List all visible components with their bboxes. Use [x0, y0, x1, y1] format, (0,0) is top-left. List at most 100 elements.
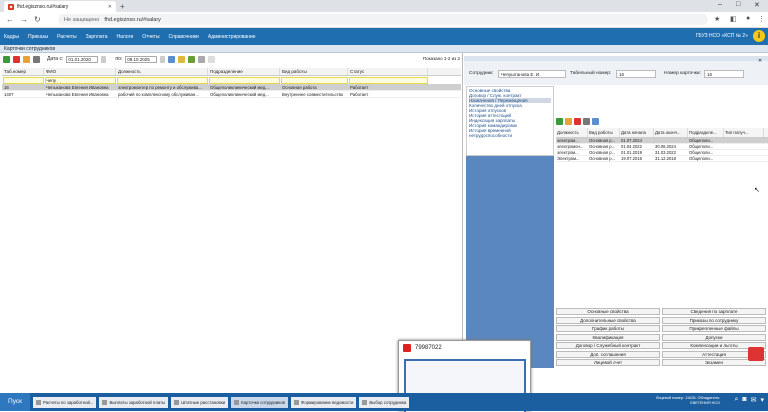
- card-action-button[interactable]: Квалификация: [556, 333, 660, 341]
- mail-icon[interactable]: ✉: [751, 396, 757, 404]
- card-nav-item[interactable]: История временной нетрудоспособности: [469, 128, 551, 138]
- edit-icon[interactable]: [23, 55, 30, 63]
- print-icon[interactable]: [178, 55, 186, 63]
- column-header[interactable]: ФИО: [44, 68, 116, 75]
- filter-icon[interactable]: [208, 55, 216, 63]
- browser-menu-icon[interactable]: ⋮: [758, 15, 765, 23]
- search-icon[interactable]: ⌕: [734, 396, 738, 404]
- close-window-icon[interactable]: ✕: [754, 1, 760, 9]
- column-filter-input[interactable]: [280, 76, 348, 84]
- add-icon[interactable]: [556, 118, 563, 125]
- app-shortcut-icon[interactable]: [748, 347, 764, 361]
- taskbar-item[interactable]: Карточки сотрудников: [231, 396, 288, 408]
- add-icon[interactable]: [3, 55, 10, 63]
- card-action-button[interactable]: График работы: [556, 325, 660, 332]
- forward-icon[interactable]: →: [20, 15, 28, 24]
- column-header[interactable]: Вид работы: [280, 68, 348, 75]
- table-cell: электромонтер по ремонту и обслужива...: [118, 85, 202, 90]
- taskbar-item[interactable]: Формирование ведомости: [290, 396, 357, 408]
- table-row[interactable]: Электром... Основная р... 19.07.2016 31.12.…: [556, 156, 768, 162]
- edit-icon[interactable]: [565, 118, 572, 125]
- column-header[interactable]: Статус: [348, 68, 428, 75]
- refresh-icon[interactable]: [168, 55, 176, 63]
- card-action-button[interactable]: Договор / Служебный контракт: [556, 342, 660, 349]
- menu-item[interactable]: Зарплата: [86, 34, 108, 40]
- taskbar-item[interactable]: Штатные расстановки: [171, 396, 229, 408]
- column-filter-input[interactable]: чепу: [44, 76, 116, 84]
- table-cell: Общеполи...: [689, 138, 714, 143]
- column-filter-input[interactable]: [116, 76, 208, 84]
- info-icon[interactable]: i: [753, 30, 765, 42]
- bookmark-star-icon[interactable]: ★: [714, 15, 720, 23]
- back-icon[interactable]: ←: [6, 15, 14, 24]
- taskbar-item[interactable]: Расчеты по заработной...: [33, 396, 97, 408]
- expand-tray-icon[interactable]: ▾: [760, 396, 764, 404]
- card-action-button[interactable]: Лицевой счет: [556, 359, 660, 366]
- settings-icon[interactable]: [592, 118, 599, 125]
- column-filter-input[interactable]: [348, 76, 428, 84]
- column-header[interactable]: Подразделе...: [688, 128, 724, 137]
- app-icon: [403, 344, 411, 352]
- start-button[interactable]: Пуск: [0, 393, 30, 411]
- column-header[interactable]: Дата оконч...: [654, 128, 688, 137]
- card-action-button[interactable]: Допуски: [662, 333, 766, 341]
- table-row[interactable]: 16 Чепыханова Евгения Ивановна электромонт…: [2, 84, 461, 91]
- card-action-button[interactable]: Доп. соглашения: [556, 350, 660, 358]
- date-from-input[interactable]: 01.01.2020: [66, 55, 99, 63]
- column-header[interactable]: Тип получ...: [724, 128, 764, 137]
- table-row[interactable]: 1407 Чепыханова Евгения Ивановна рабочий п…: [2, 91, 461, 98]
- column-filter-input[interactable]: [2, 76, 44, 84]
- taskbar-item-label: Формирование ведомости: [300, 399, 354, 405]
- url-field[interactable]: Не защищено fhd.egisznso.ru/#salary: [58, 14, 708, 25]
- calendar-icon[interactable]: [160, 55, 166, 63]
- new-tab-icon[interactable]: +: [120, 2, 125, 11]
- delete-icon[interactable]: [13, 55, 20, 63]
- column-header[interactable]: Подразделение: [208, 68, 280, 75]
- taskbar-item[interactable]: Выплаты заработной платы: [99, 396, 169, 408]
- card-action-button[interactable]: Прикрепленные файлы: [662, 325, 766, 332]
- calendar-icon[interactable]: [101, 55, 107, 63]
- employee-card-panel: Сотрудник: Чепуштанова Е. И. Табельный н…: [464, 53, 768, 388]
- column-header[interactable]: Дата начала: [620, 128, 654, 137]
- copy-icon[interactable]: [583, 118, 590, 125]
- assignments-header: Должность Вид работы Дата начала Дата оконч…: [556, 128, 768, 138]
- menu-item[interactable]: Расчеты: [57, 34, 77, 40]
- employee-field[interactable]: Чепуштанова Е. И.: [498, 70, 566, 78]
- minimize-icon[interactable]: –: [718, 1, 722, 8]
- taskbar-item[interactable]: Выбор сотрудника: [359, 396, 410, 408]
- card-action-button[interactable]: Дополнительные свойства: [556, 316, 660, 324]
- menu-item[interactable]: Справочники: [169, 34, 199, 40]
- menu-item[interactable]: Отчеты: [142, 34, 159, 40]
- table-cell: [724, 138, 764, 143]
- menu-item[interactable]: Кадры: [4, 34, 19, 40]
- lock-icon[interactable]: [33, 55, 40, 63]
- reload-icon[interactable]: ↻: [34, 15, 41, 24]
- menu-item[interactable]: Приказы: [28, 34, 48, 40]
- button-row: График работы Прикрепленные файлы: [556, 325, 766, 332]
- card-action-button[interactable]: Сведения по зарплате: [662, 308, 766, 315]
- address-bar: ← → ↻ Не защищено fhd.egisznso.ru/#salar…: [0, 12, 768, 28]
- column-header[interactable]: Должность: [556, 128, 588, 137]
- column-header[interactable]: Вид работы: [588, 128, 620, 137]
- column-filter-input[interactable]: [208, 76, 280, 84]
- close-tab-icon[interactable]: ✕: [108, 4, 112, 10]
- menu-item[interactable]: Налоги: [116, 34, 133, 40]
- browser-tab[interactable]: ◆ fhd.egisznso.ru/#salary ✕: [4, 1, 116, 12]
- settings-icon[interactable]: [198, 55, 206, 63]
- maximize-icon[interactable]: □: [736, 1, 740, 8]
- profile-icon[interactable]: ●: [746, 15, 750, 22]
- column-header[interactable]: Должность: [116, 68, 208, 75]
- extensions-icon[interactable]: ◧: [730, 15, 737, 23]
- card-number-field[interactable]: 16: [704, 70, 744, 78]
- card-action-button[interactable]: Приказы по сотруднику: [662, 316, 766, 324]
- delete-icon[interactable]: [574, 118, 581, 125]
- export-icon[interactable]: [188, 55, 196, 63]
- card-action-button[interactable]: Основные свойства: [556, 308, 660, 315]
- date-to-input[interactable]: 09.10.2025: [125, 55, 158, 63]
- close-card-icon[interactable]: ✕: [758, 58, 762, 64]
- camera-icon[interactable]: ◙: [742, 396, 746, 404]
- menu-item[interactable]: Администрирование: [208, 34, 256, 40]
- column-header[interactable]: Таб.номер: [2, 68, 44, 75]
- table-cell: 01.07.2024: [621, 138, 642, 143]
- tab-number-field[interactable]: 16: [616, 70, 656, 78]
